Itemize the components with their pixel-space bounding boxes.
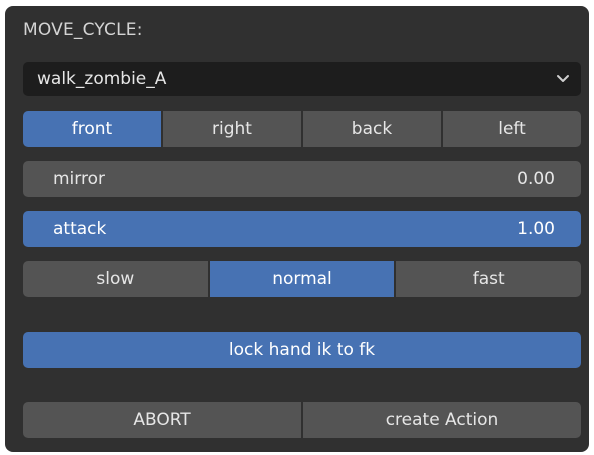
create-action-button[interactable]: create Action [303,402,581,438]
move-cycle-panel: MOVE_CYCLE: walk_zombie_A front right ba… [5,6,589,452]
action-buttons: ABORT create Action [23,402,581,438]
abort-button[interactable]: ABORT [23,402,301,438]
tab-left[interactable]: left [443,111,581,147]
speed-slow[interactable]: slow [23,261,208,297]
view-tabs: front right back left [23,111,581,147]
speed-normal[interactable]: normal [209,261,395,297]
attack-value: 1.00 [517,219,555,239]
mirror-value: 0.00 [517,169,555,189]
mirror-slider[interactable]: mirror 0.00 [23,161,581,197]
mirror-label: mirror [53,169,105,189]
tab-back[interactable]: back [303,111,441,147]
panel-title: MOVE_CYCLE: [23,20,143,40]
speed-tabs: slow normal fast [23,261,581,297]
cycle-dropdown[interactable]: walk_zombie_A [23,62,581,96]
tab-front[interactable]: front [23,111,161,147]
speed-fast[interactable]: fast [396,261,581,297]
tab-right[interactable]: right [163,111,301,147]
attack-label: attack [53,219,107,239]
lock-hand-ik-button[interactable]: lock hand ik to fk [23,332,581,368]
chevron-down-icon [557,75,569,82]
cycle-dropdown-value: walk_zombie_A [37,69,167,89]
attack-slider[interactable]: attack 1.00 [23,211,581,247]
